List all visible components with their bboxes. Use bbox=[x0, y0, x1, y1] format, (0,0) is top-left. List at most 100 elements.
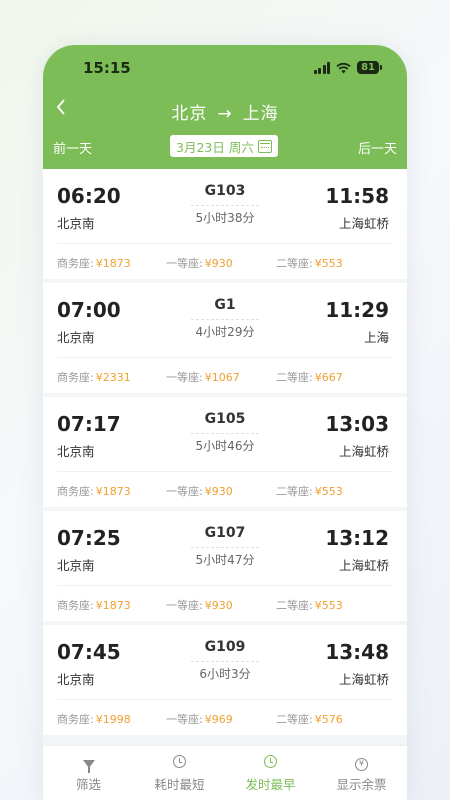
arrival-station: 上海虹桥 bbox=[338, 672, 389, 687]
tab-label: 发时最早 bbox=[245, 777, 296, 792]
seat-price: 一等座: ¥930 bbox=[166, 597, 233, 613]
arrival-station: 上海虹桥 bbox=[338, 444, 389, 459]
train-list: 06:20 北京南 G103 5小时38分 11:58 上海虹桥 商务座: ¥18… bbox=[43, 169, 407, 739]
tab-icon-wrap: ¥ bbox=[316, 755, 407, 771]
to-city: 上海 bbox=[242, 104, 279, 124]
seat-class-label: 二等座: bbox=[276, 371, 313, 384]
battery-icon: 81 bbox=[357, 61, 382, 74]
seat-class-label: 二等座: bbox=[276, 713, 313, 726]
price-value: ¥1873 bbox=[95, 257, 131, 270]
date-label: 3月23日 bbox=[176, 139, 225, 155]
date-picker[interactable]: 3月23日 周六 bbox=[170, 135, 278, 157]
seat-class-label: 商务座: bbox=[57, 599, 94, 612]
route-line bbox=[191, 433, 259, 434]
tab-label: 筛选 bbox=[75, 777, 101, 792]
tab-icon-wrap bbox=[134, 755, 225, 771]
train-card[interactable]: 07:00 北京南 G1 4小时29分 11:29 上海 商务座: ¥2331 一等… bbox=[43, 283, 407, 393]
status-time: 15:15 bbox=[83, 59, 131, 77]
seat-class-label: 一等座: bbox=[166, 599, 203, 612]
seat-price: 商务座: ¥1873 bbox=[57, 483, 131, 499]
price-value: ¥1873 bbox=[95, 485, 131, 498]
route-line bbox=[191, 205, 259, 206]
price-value: ¥969 bbox=[204, 713, 233, 726]
price-value: ¥553 bbox=[314, 257, 343, 270]
seat-class-label: 一等座: bbox=[166, 485, 203, 498]
seat-price: 二等座: ¥553 bbox=[276, 597, 343, 613]
arrival-time: 11:58 bbox=[325, 184, 389, 208]
route-line bbox=[191, 547, 259, 548]
arrival-station: 上海虹桥 bbox=[338, 216, 389, 231]
seat-class-label: 一等座: bbox=[166, 257, 203, 270]
arrival-time: 11:29 bbox=[325, 298, 389, 322]
price-value: ¥2331 bbox=[95, 371, 131, 384]
seat-price: 一等座: ¥930 bbox=[166, 255, 233, 271]
price-value: ¥930 bbox=[204, 485, 233, 498]
price-value: ¥667 bbox=[314, 371, 343, 384]
tab-shortest-duration[interactable]: 耗时最短 bbox=[134, 746, 225, 800]
seat-class-label: 二等座: bbox=[276, 485, 313, 498]
route-line bbox=[191, 661, 259, 662]
price-value: ¥1873 bbox=[95, 599, 131, 612]
weekday-label: 周六 bbox=[228, 139, 254, 155]
price-value: ¥553 bbox=[314, 599, 343, 612]
seat-price: 二等座: ¥553 bbox=[276, 483, 343, 499]
seat-class-label: 二等座: bbox=[276, 257, 313, 270]
divider bbox=[57, 243, 393, 244]
divider bbox=[57, 357, 393, 358]
tab-earliest-departure[interactable]: 发时最早 bbox=[225, 746, 316, 800]
seat-class-label: 商务座: bbox=[57, 257, 94, 270]
date-row: 前一天 3月23日 周六 后一天 bbox=[43, 135, 407, 159]
seat-price: 一等座: ¥969 bbox=[166, 711, 233, 727]
tab-show-remaining[interactable]: ¥ 显示余票 bbox=[316, 746, 407, 800]
prev-day-button[interactable]: 前一天 bbox=[53, 138, 92, 157]
arrival-time: 13:12 bbox=[325, 526, 389, 550]
divider bbox=[57, 585, 393, 586]
seat-class-label: 一等座: bbox=[166, 371, 203, 384]
seat-class-label: 商务座: bbox=[57, 713, 94, 726]
calendar-icon bbox=[257, 139, 272, 153]
seat-class-label: 商务座: bbox=[57, 371, 94, 384]
train-card[interactable]: 07:25 北京南 G107 5小时47分 13:12 上海虹桥 商务座: ¥18… bbox=[43, 511, 407, 621]
seat-class-label: 二等座: bbox=[276, 599, 313, 612]
yen-icon: ¥ bbox=[355, 758, 368, 771]
price-value: ¥553 bbox=[314, 485, 343, 498]
timer-icon bbox=[173, 755, 186, 768]
header: 15:15 81 北京 → 上海 前一天 3月23日 周六 后一天 bbox=[43, 45, 407, 169]
phone-screen: 15:15 81 北京 → 上海 前一天 3月23日 周六 后一天 06:20 … bbox=[43, 45, 407, 800]
train-card[interactable]: 07:45 北京南 G109 6小时3分 13:48 上海虹桥 商务座: ¥199… bbox=[43, 625, 407, 735]
train-card[interactable]: 06:20 北京南 G103 5小时38分 11:58 上海虹桥 商务座: ¥18… bbox=[43, 169, 407, 279]
divider bbox=[57, 471, 393, 472]
nav-row: 北京 → 上海 bbox=[43, 97, 407, 125]
signal-icon bbox=[313, 61, 331, 74]
seat-price: 二等座: ¥667 bbox=[276, 369, 343, 385]
tab-label: 显示余票 bbox=[336, 777, 387, 792]
train-card[interactable]: 07:17 北京南 G105 5小时46分 13:03 上海虹桥 商务座: ¥18… bbox=[43, 397, 407, 507]
seat-price: 一等座: ¥930 bbox=[166, 483, 233, 499]
seat-price: 二等座: ¥576 bbox=[276, 711, 343, 727]
seat-class-label: 一等座: bbox=[166, 713, 203, 726]
route-line bbox=[191, 319, 259, 320]
alarm-clock-icon bbox=[264, 755, 277, 768]
next-day-button[interactable]: 后一天 bbox=[358, 138, 397, 157]
filter-icon bbox=[82, 760, 95, 773]
seat-price: 商务座: ¥1998 bbox=[57, 711, 131, 727]
price-value: ¥930 bbox=[204, 599, 233, 612]
arrival-time: 13:03 bbox=[325, 412, 389, 436]
tab-filter[interactable]: 筛选 bbox=[43, 746, 134, 800]
status-icons: 81 bbox=[313, 61, 382, 74]
arrival-station: 上海 bbox=[363, 330, 389, 345]
seat-price: 二等座: ¥553 bbox=[276, 255, 343, 271]
route-arrow: → bbox=[217, 104, 233, 124]
seat-class-label: 商务座: bbox=[57, 485, 94, 498]
tab-icon-wrap bbox=[225, 755, 316, 771]
tab-label: 耗时最短 bbox=[154, 777, 205, 792]
price-value: ¥1998 bbox=[95, 713, 131, 726]
price-value: ¥1067 bbox=[204, 371, 240, 384]
wifi-icon bbox=[336, 62, 351, 73]
arrival-station: 上海虹桥 bbox=[338, 558, 389, 573]
arrival-time: 13:48 bbox=[325, 640, 389, 664]
seat-price: 商务座: ¥2331 bbox=[57, 369, 131, 385]
seat-price: 一等座: ¥1067 bbox=[166, 369, 240, 385]
sort-tabbar: 筛选 耗时最短 发时最早 ¥ 显示余票 bbox=[43, 745, 407, 800]
price-value: ¥930 bbox=[204, 257, 233, 270]
